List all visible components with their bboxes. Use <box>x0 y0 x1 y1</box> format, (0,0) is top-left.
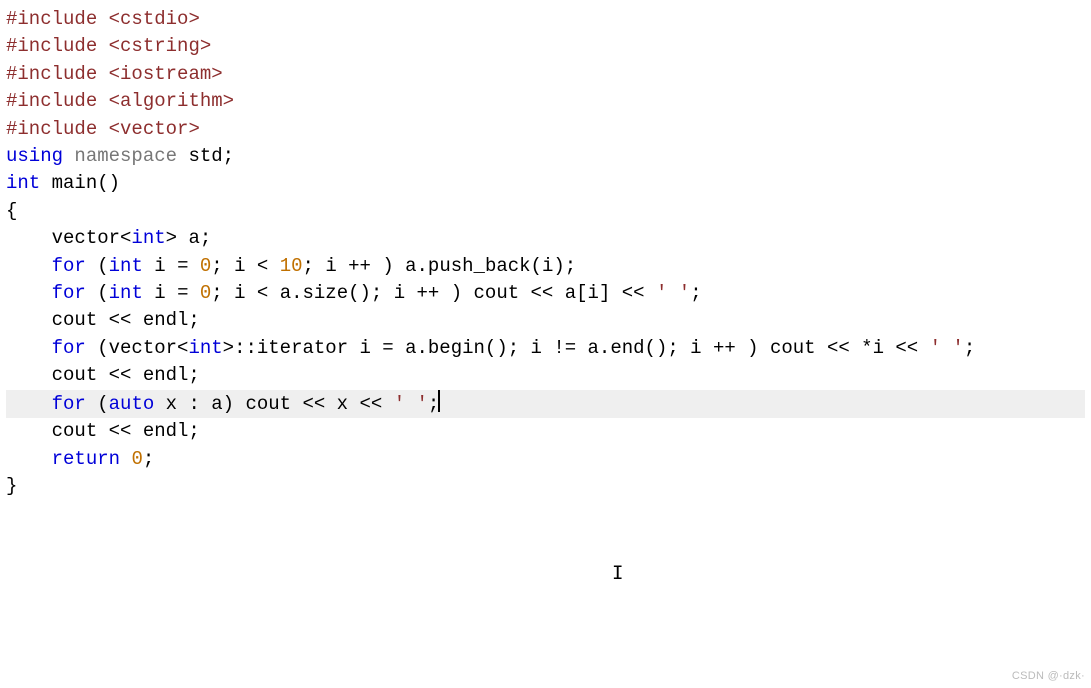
token: <cstdio> <box>109 8 200 30</box>
token <box>6 282 52 304</box>
token: for <box>52 282 86 304</box>
code-line[interactable]: #include <algorithm> <box>6 88 1085 115</box>
token: for <box>52 337 86 359</box>
token: int <box>109 255 143 277</box>
token: 0 <box>200 255 211 277</box>
token: (vector< <box>86 337 189 359</box>
code-line[interactable]: using namespace std; <box>6 143 1085 170</box>
token: #include <box>6 90 109 112</box>
watermark: CSDN @·dzk· <box>1012 670 1085 682</box>
text-cursor <box>438 390 440 412</box>
token: 0 <box>200 282 211 304</box>
token <box>63 145 74 167</box>
token: #include <box>6 118 109 140</box>
token: ( <box>86 393 109 415</box>
code-line[interactable]: } <box>6 473 1085 500</box>
token: > a; <box>166 227 212 249</box>
token <box>6 448 52 470</box>
token: #include <box>6 63 109 85</box>
token: ; i < <box>211 255 279 277</box>
token: for <box>52 255 86 277</box>
token: int <box>131 227 165 249</box>
code-line[interactable]: #include <vector> <box>6 116 1085 143</box>
token: ' ' <box>656 282 690 304</box>
token: ( <box>86 255 109 277</box>
token: <cstring> <box>109 35 212 57</box>
token: x : a) cout << x << <box>154 393 393 415</box>
token <box>6 393 52 415</box>
token: i = <box>143 282 200 304</box>
token: vector< <box>6 227 131 249</box>
token: main() <box>40 172 120 194</box>
token: 10 <box>280 255 303 277</box>
token <box>6 337 52 359</box>
token: ; <box>690 282 701 304</box>
token <box>120 448 131 470</box>
code-line[interactable]: int main() <box>6 170 1085 197</box>
token: int <box>109 282 143 304</box>
ibeam-cursor-icon: I <box>612 560 623 587</box>
token: using <box>6 145 63 167</box>
code-line[interactable]: #include <cstdio> <box>6 6 1085 33</box>
code-line[interactable]: #include <iostream> <box>6 61 1085 88</box>
token: auto <box>109 393 155 415</box>
code-line[interactable]: return 0; <box>6 446 1085 473</box>
token <box>6 255 52 277</box>
token: ; <box>143 448 154 470</box>
code-line[interactable]: { <box>6 198 1085 225</box>
token: <iostream> <box>109 63 223 85</box>
code-line[interactable]: cout << endl; <box>6 362 1085 389</box>
code-editor[interactable]: #include <cstdio>#include <cstring>#incl… <box>0 0 1091 500</box>
token: 0 <box>131 448 142 470</box>
code-line[interactable]: #include <cstring> <box>6 33 1085 60</box>
token: #include <box>6 8 109 30</box>
token: ; <box>964 337 975 359</box>
token: #include <box>6 35 109 57</box>
code-line[interactable]: cout << endl; <box>6 307 1085 334</box>
token: <vector> <box>109 118 200 140</box>
token: ' ' <box>930 337 964 359</box>
token: return <box>52 448 120 470</box>
token: int <box>188 337 222 359</box>
token: cout << endl; <box>6 309 200 331</box>
code-line[interactable]: for (int i = 0; i < 10; i ++ ) a.push_ba… <box>6 253 1085 280</box>
token: ; i < a.size(); i ++ ) cout << a[i] << <box>211 282 656 304</box>
token: } <box>6 475 17 497</box>
token: int <box>6 172 40 194</box>
token: namespace <box>74 145 177 167</box>
token: std; <box>177 145 234 167</box>
code-line[interactable]: for (auto x : a) cout << x << ' '; <box>6 390 1085 418</box>
code-line[interactable]: for (vector<int>::iterator i = a.begin()… <box>6 335 1085 362</box>
token: ' ' <box>394 393 428 415</box>
code-line[interactable]: cout << endl; <box>6 418 1085 445</box>
token: cout << endl; <box>6 420 200 442</box>
token: ; i ++ ) a.push_back(i); <box>303 255 577 277</box>
token: for <box>52 393 86 415</box>
token: { <box>6 200 17 222</box>
code-line[interactable]: vector<int> a; <box>6 225 1085 252</box>
token: <algorithm> <box>109 90 234 112</box>
code-line[interactable]: for (int i = 0; i < a.size(); i ++ ) cou… <box>6 280 1085 307</box>
token: cout << endl; <box>6 364 200 386</box>
token: >::iterator i = a.begin(); i != a.end();… <box>223 337 930 359</box>
token: i = <box>143 255 200 277</box>
token: ( <box>86 282 109 304</box>
